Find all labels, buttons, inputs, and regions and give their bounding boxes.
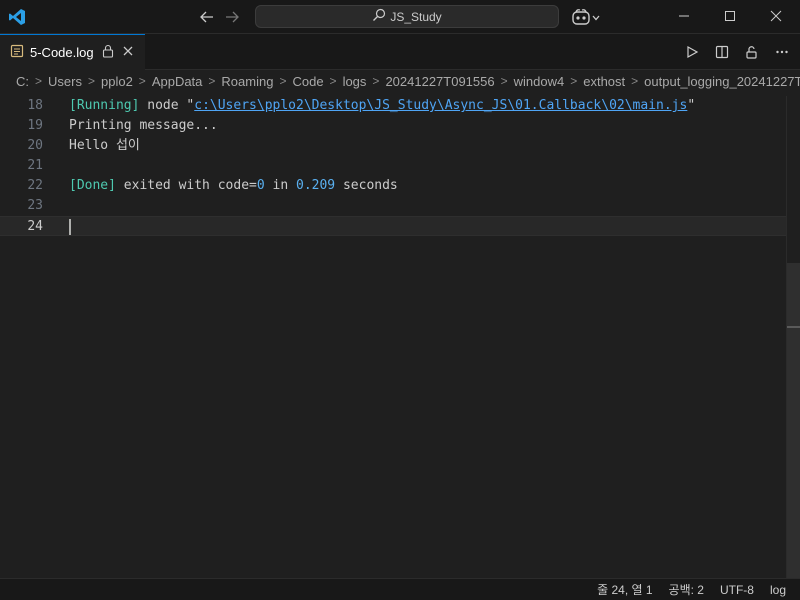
more-icon[interactable] (772, 42, 792, 62)
breadcrumb-item[interactable]: output_logging_20241227T185728 (644, 74, 800, 89)
language-mode[interactable]: log (770, 583, 786, 597)
maximize-button[interactable] (707, 0, 753, 34)
scrollbar-thumb[interactable] (787, 263, 800, 578)
breadcrumb-item[interactable]: Code (292, 74, 323, 89)
tab-bar: 5-Code.log (0, 34, 800, 70)
chevron-right-icon: > (500, 74, 508, 88)
line-content: Hello 섭이 (69, 138, 140, 153)
line-number: 22 (27, 178, 43, 193)
split-editor-icon[interactable] (712, 42, 732, 62)
breadcrumb-item[interactable]: exthost (583, 74, 625, 89)
chevron-right-icon: > (372, 74, 380, 88)
line-number: 18 (27, 98, 43, 113)
code-line: 21 (0, 156, 786, 176)
breadcrumb: C: > Users > pplo2 > AppData > Roaming > Code… (0, 70, 800, 92)
breadcrumb-item[interactable]: logs (343, 74, 367, 89)
line-content: [Running] node "c:\Users\pplo2\Desktop\J… (69, 96, 695, 116)
breadcrumb-item[interactable]: AppData (152, 74, 203, 89)
minimize-button[interactable] (661, 0, 707, 34)
encoding[interactable]: UTF-8 (720, 583, 754, 597)
chevron-right-icon: > (138, 74, 146, 88)
tab-5-code-log[interactable]: 5-Code.log (0, 34, 145, 70)
code-line: 20 Hello 섭이 (0, 136, 786, 156)
chevron-down-icon (591, 11, 601, 26)
line-number: 19 (27, 118, 43, 133)
status-token: [Running] (69, 98, 140, 113)
exit-code-token: 0 (256, 178, 265, 193)
log-file-icon (10, 44, 24, 61)
tab-label: 5-Code.log (30, 45, 94, 60)
line-content: Printing message... (69, 118, 218, 133)
breadcrumb-item[interactable]: Users (48, 74, 82, 89)
text-token: node (139, 98, 187, 113)
breadcrumb-item[interactable]: 20241227T091556 (385, 74, 494, 89)
close-icon (770, 10, 782, 25)
indentation[interactable]: 공백: 2 (669, 581, 704, 598)
maximize-icon (724, 10, 736, 25)
title-bar: JS_Study (0, 0, 800, 34)
breadcrumb-item[interactable]: window4 (514, 74, 565, 89)
command-center-search[interactable]: JS_Study (255, 5, 559, 28)
chevron-right-icon: > (35, 74, 43, 88)
vertical-scrollbar[interactable] (786, 96, 800, 578)
editor[interactable]: 18 [Running] node "c:\Users\pplo2\Deskto… (0, 96, 786, 578)
breadcrumb-item[interactable]: Roaming (221, 74, 273, 89)
text-token: exited with code= (115, 178, 257, 193)
line-number-active: 24 (27, 219, 43, 234)
breadcrumb-item[interactable]: C: (16, 74, 29, 89)
status-token: [Done] (69, 178, 116, 193)
line-number: 20 (27, 138, 43, 153)
line-content: [Done] exited with code=0 in 0.209 secon… (69, 176, 398, 196)
file-path-link[interactable]: c:\Users\pplo2\Desktop\JS_Study\Async_JS… (194, 98, 687, 113)
copilot-button[interactable] (571, 8, 601, 29)
text-cursor (69, 219, 71, 235)
minimize-icon (678, 10, 690, 25)
breadcrumb-item[interactable]: pplo2 (101, 74, 133, 89)
status-bar: 줄 24, 열 1 공백: 2 UTF-8 log (0, 578, 800, 600)
arrow-left-icon[interactable] (199, 9, 215, 28)
chevron-right-icon: > (87, 74, 95, 88)
code-line: 18 [Running] node "c:\Users\pplo2\Deskto… (0, 96, 786, 116)
duration-token: 0.209 (296, 178, 336, 193)
quote-token: " (687, 98, 696, 113)
cursor-position-marker (787, 326, 800, 328)
chevron-right-icon: > (631, 74, 639, 88)
close-window-button[interactable] (753, 0, 799, 34)
code-line: 23 (0, 196, 786, 216)
close-icon[interactable] (122, 45, 134, 60)
copilot-icon (571, 8, 591, 29)
line-number: 21 (27, 158, 43, 173)
current-line: 24 (0, 216, 786, 236)
vscode-logo-icon (8, 8, 26, 29)
text-token: in (264, 178, 296, 193)
search-icon (372, 8, 390, 25)
cursor-position[interactable]: 줄 24, 열 1 (597, 581, 652, 598)
chevron-right-icon: > (279, 74, 287, 88)
arrow-right-icon[interactable] (224, 9, 240, 28)
code-line: 19 Printing message... (0, 116, 786, 136)
run-icon[interactable] (682, 42, 702, 62)
unlock-icon[interactable] (742, 42, 762, 62)
chevron-right-icon: > (208, 74, 216, 88)
code-line: 22 [Done] exited with code=0 in 0.209 se… (0, 176, 786, 196)
text-token: seconds (335, 178, 398, 193)
search-text: JS_Study (390, 9, 442, 24)
line-number: 23 (27, 198, 43, 213)
chevron-right-icon: > (570, 74, 578, 88)
lock-icon (102, 44, 114, 61)
chevron-right-icon: > (329, 74, 337, 88)
